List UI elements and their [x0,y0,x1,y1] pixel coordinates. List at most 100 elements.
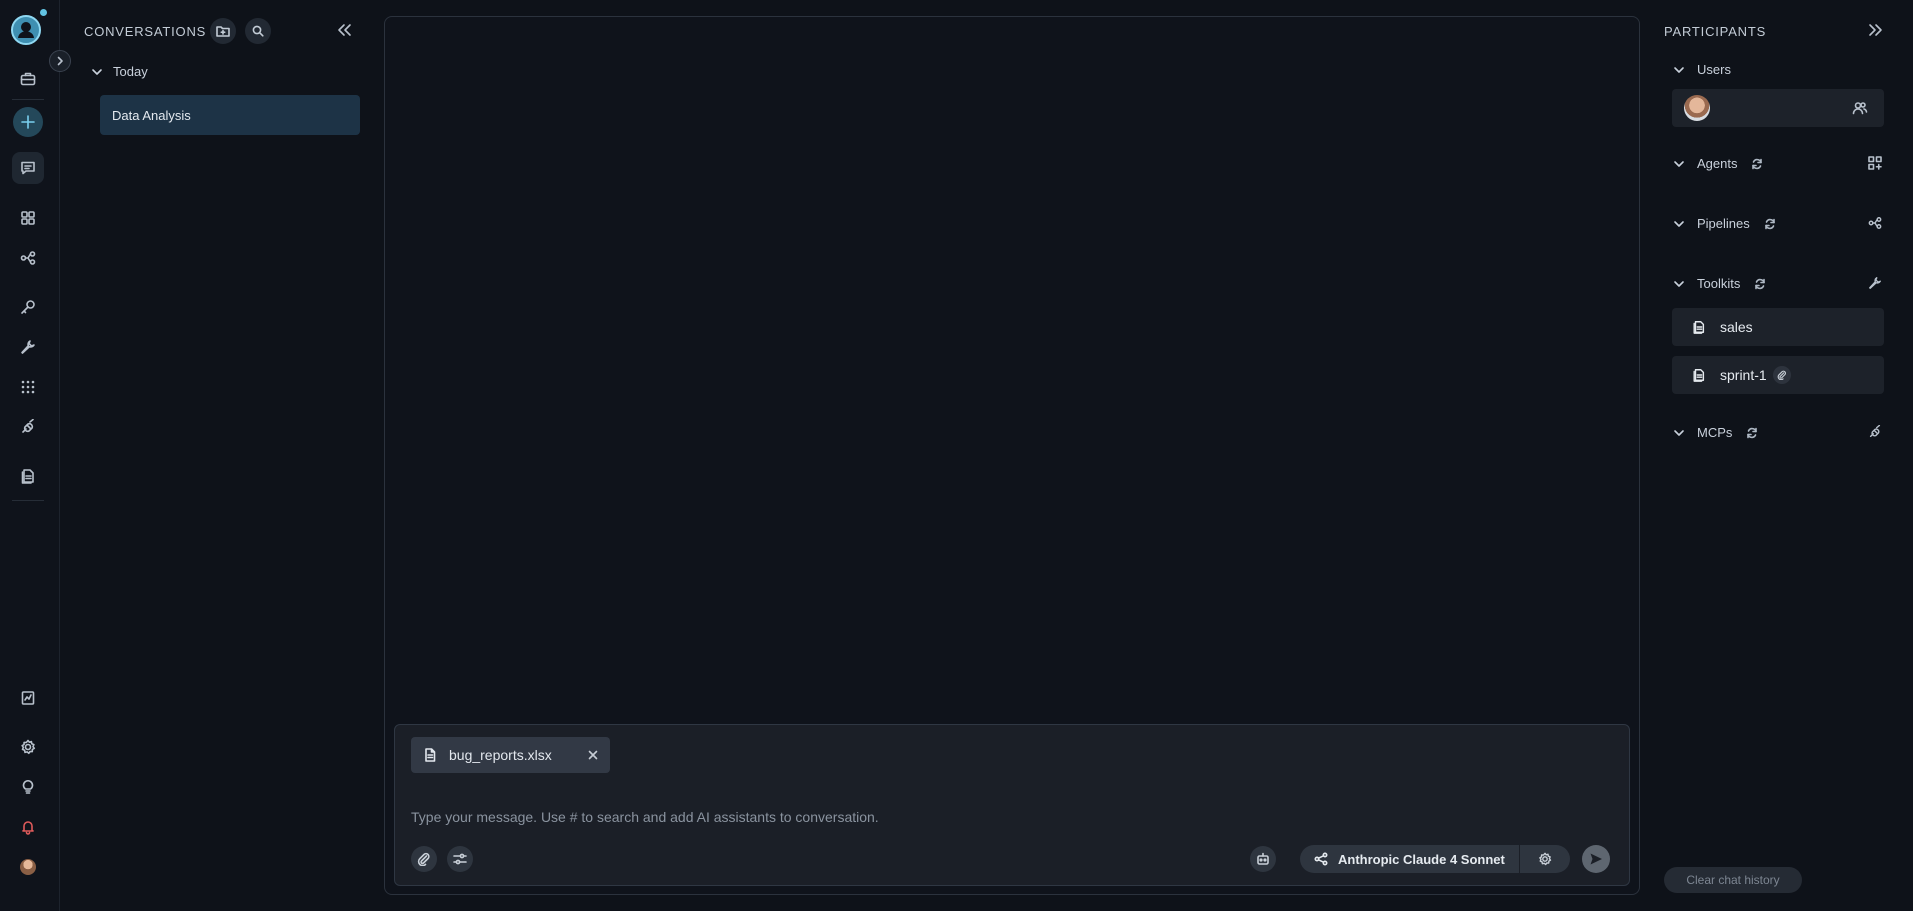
robot-icon [1257,852,1269,865]
chevrons-right-icon [1869,24,1882,36]
section-label: MCPs [1697,425,1733,440]
folder-plus-icon [216,26,230,37]
refresh-icon[interactable] [1751,158,1763,170]
plug-icon [22,419,34,433]
toolkit-label: sales [1720,319,1753,335]
send-icon [1590,853,1602,865]
rail-divider [12,99,44,100]
rail-divider [12,500,44,501]
message-input[interactable]: Type your message. Use # to search and a… [411,809,879,825]
model-settings-button[interactable] [1520,845,1570,873]
rail-artifacts[interactable] [12,460,44,492]
toolkit-label: sprint-1 [1720,367,1767,383]
clear-chat-history-button[interactable]: Clear chat history [1664,867,1802,893]
chevron-down-icon [1674,429,1684,436]
group-today[interactable]: Today [91,64,148,79]
section-mcps[interactable]: MCPs [1673,425,1758,440]
message-composer: bug_reports.xlsx Type your message. Use … [394,724,1630,886]
add-mcp-button[interactable] [1868,425,1882,439]
chevron-down-icon [1674,280,1684,287]
rail-notifications[interactable] [12,811,44,843]
collapse-participants-button[interactable] [1868,22,1884,38]
notebook-icon [21,691,35,705]
files-icon [21,469,34,484]
status-dot [40,9,47,16]
model-label: Anthropic Claude 4 Sonnet [1338,851,1505,867]
rail-mcp[interactable] [12,411,44,443]
section-users[interactable]: Users [1673,62,1731,77]
section-agents[interactable]: Agents [1673,156,1763,171]
rail-chat[interactable] [12,152,44,184]
lightbulb-icon [22,780,34,794]
rail-apps[interactable] [12,371,44,403]
conversations-title: CONVERSATIONS [84,24,207,39]
manage-users-button[interactable] [1852,100,1868,116]
user-avatar[interactable] [20,859,36,875]
plug-plus-icon [1869,425,1881,438]
add-pipeline-button[interactable] [1868,216,1882,230]
files-icon [1693,321,1705,334]
rail-toolkits[interactable] [12,331,44,363]
sliders-icon [453,853,467,865]
section-label: Users [1697,62,1731,77]
conversation-item[interactable]: Data Analysis [100,95,360,135]
chevron-right-icon [57,56,63,66]
chevron-down-icon [1674,160,1684,167]
rail-credentials[interactable] [12,291,44,323]
left-rail [0,0,71,911]
section-toolkits[interactable]: Toolkits [1673,276,1766,291]
remove-attachment-button[interactable] [588,750,598,760]
paperclip-icon [1777,370,1786,380]
app-logo-icon[interactable] [10,14,42,46]
section-pipelines[interactable]: Pipelines [1673,216,1776,231]
attachment-filename: bug_reports.xlsx [449,747,552,763]
attachment-chip: bug_reports.xlsx [411,737,610,773]
model-selector[interactable]: Anthropic Claude 4 Sonnet [1300,845,1519,873]
assistant-button[interactable] [1250,846,1276,872]
toolkit-item[interactable]: sprint-1 [1672,356,1884,394]
conversations-panel: CONVERSATIONS Today Data Analysis [61,0,365,911]
rail-agents[interactable] [12,202,44,234]
pipeline-icon [20,251,36,265]
wrench-icon [21,340,35,354]
user-avatar [1684,95,1710,121]
briefcase-icon [20,72,36,86]
expand-sidebar-button[interactable] [49,50,71,72]
participants-panel: PARTICIPANTS Users Agents Pipelines Tool… [1660,0,1913,911]
refresh-icon[interactable] [1746,427,1758,439]
refresh-icon[interactable] [1764,218,1776,230]
attach-button[interactable] [411,846,437,872]
apps-icon [21,380,35,394]
refresh-icon[interactable] [1754,278,1766,290]
rail-notes[interactable] [12,682,44,714]
close-icon [588,750,598,760]
user-participant[interactable] [1672,89,1884,127]
send-button[interactable] [1582,845,1610,873]
options-button[interactable] [447,846,473,872]
add-toolkit-button[interactable] [1868,276,1882,290]
file-icon [425,748,436,762]
search-conversations-button[interactable] [245,18,271,44]
participants-title: PARTICIPANTS [1664,24,1767,39]
rail-pipelines[interactable] [12,242,44,274]
new-folder-button[interactable] [210,18,236,44]
paperclip-icon [417,852,430,866]
chevron-down-icon [92,68,102,75]
chevron-down-icon [1674,220,1684,227]
wrench-plus-icon [1869,277,1881,289]
collapse-conversations-button[interactable] [336,22,352,38]
rail-briefcase[interactable] [12,63,44,95]
rail-settings[interactable] [12,731,44,763]
attachment-badge[interactable] [1772,366,1791,384]
new-item-button[interactable] [13,107,43,137]
rail-ideas[interactable] [12,771,44,803]
chat-area: bug_reports.xlsx Type your message. Use … [384,16,1640,895]
key-icon [21,300,35,314]
pipeline-plus-icon [1868,217,1882,229]
grid-plus-icon [1868,156,1882,170]
chevrons-left-icon [338,24,351,36]
share-nodes-icon [1314,852,1328,866]
plus-icon [21,115,35,129]
add-agent-button[interactable] [1868,156,1882,170]
toolkit-item[interactable]: sales [1672,308,1884,346]
